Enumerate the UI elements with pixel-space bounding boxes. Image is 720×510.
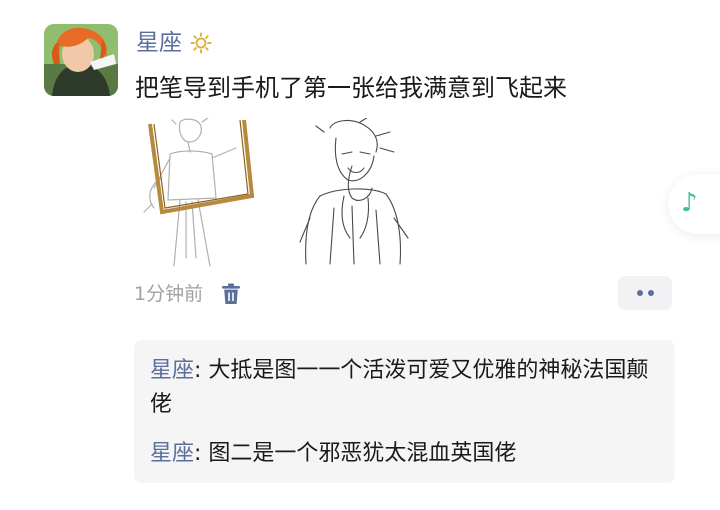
post-meta-row: 1分钟前	[134, 282, 241, 306]
comment-text: 大抵是图一一个活泼可爱又优雅的神秘法国颠佬	[150, 358, 649, 417]
more-dots-icon	[648, 290, 654, 296]
music-note-icon: ♪	[681, 188, 698, 218]
comment-item[interactable]: 星座: 大抵是图一一个活泼可爱又优雅的神秘法国颠佬	[150, 354, 650, 422]
author-row: 星座	[136, 27, 212, 59]
comment-text: 图二是一个邪恶犹太混血英国佬	[208, 441, 517, 466]
comments-panel: 星座: 大抵是图一一个活泼可爱又优雅的神秘法国颠佬 星座: 图二是一个邪恶犹太混…	[134, 340, 675, 483]
more-dots-icon	[637, 290, 643, 296]
post-text: 把笔导到手机了第一张给我满意到飞起来	[135, 74, 567, 102]
post-image-1[interactable]	[140, 118, 272, 268]
author-name[interactable]: 星座	[136, 29, 182, 57]
post-card: 星座 把笔导到手机了第一张给我满意到飞起来 ♪ 1分钟前 星座: 大抵是图一一个…	[0, 0, 720, 510]
more-options-button[interactable]	[618, 276, 672, 310]
avatar[interactable]	[44, 24, 118, 96]
sun-badge-icon	[190, 32, 212, 54]
music-button[interactable]: ♪	[668, 174, 720, 234]
comment-author[interactable]: 星座	[150, 441, 194, 466]
comment-separator: :	[194, 441, 209, 466]
comment-separator: :	[194, 358, 209, 383]
post-image-2[interactable]	[290, 118, 422, 268]
post-timestamp: 1分钟前	[134, 283, 204, 305]
comment-item[interactable]: 星座: 图二是一个邪恶犹太混血英国佬	[150, 437, 650, 471]
comment-author[interactable]: 星座	[150, 358, 194, 383]
trash-icon[interactable]	[221, 283, 241, 305]
